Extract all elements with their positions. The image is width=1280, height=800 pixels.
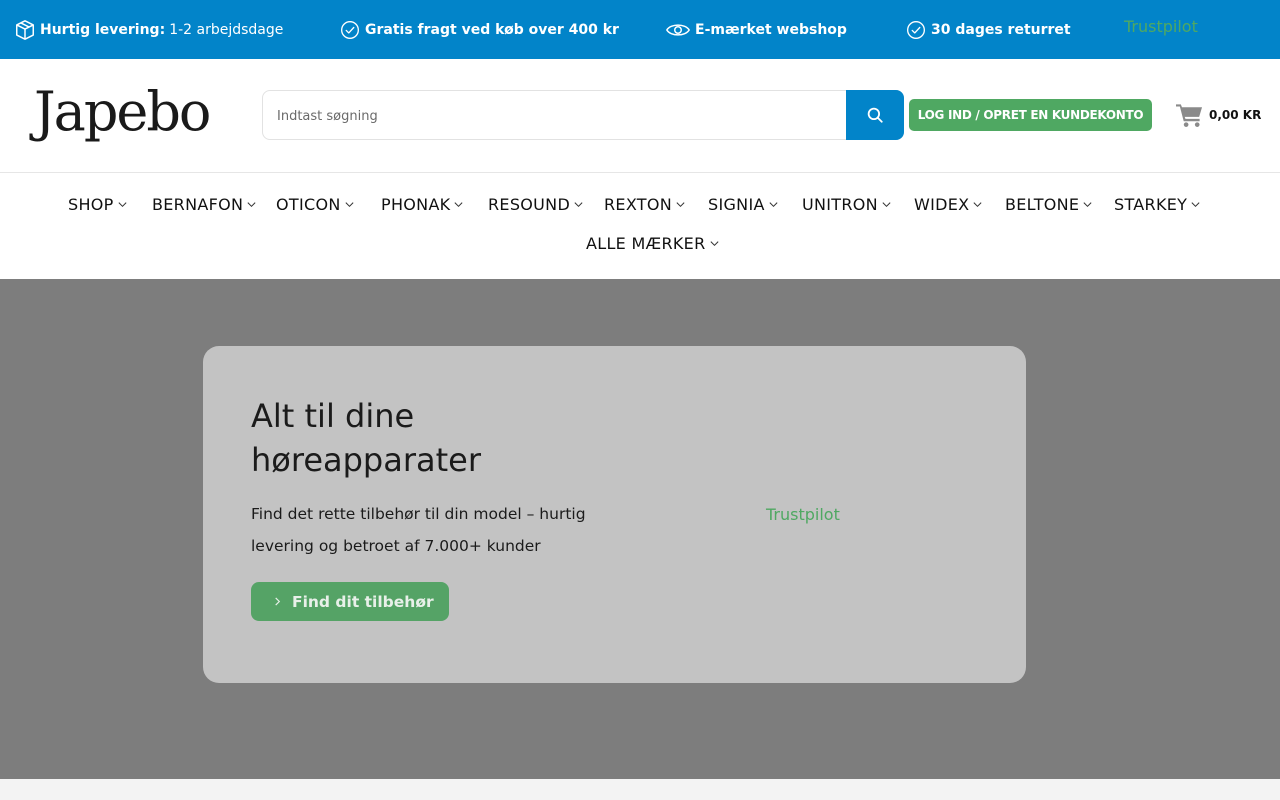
chevron-down-icon: [344, 199, 355, 210]
nav-item-label: OTICON: [276, 195, 341, 214]
nav-item-label: SHOP: [68, 195, 114, 214]
nav-item-starkey[interactable]: STARKEY: [1114, 195, 1201, 214]
cart-icon: [1176, 102, 1203, 128]
site-header: Japebo LOG IND / OPRET EN KUNDEKONTO 0,0…: [0, 59, 1280, 173]
nav-item-label: BERNAFON: [152, 195, 244, 214]
top-info-bar: Hurtig levering: 1-2 arbejdsdage Gratis …: [0, 0, 1280, 59]
usp-emaerket: E-mærket webshop: [665, 0, 847, 59]
find-accessories-button[interactable]: Find dit tilbehør: [251, 582, 449, 621]
usp-label: Hurtig levering:: [40, 21, 166, 38]
trustpilot-widget-link[interactable]: Trustpilot: [766, 505, 840, 524]
cart-button[interactable]: 0,00 KR: [1176, 101, 1261, 129]
nav-item-rexton[interactable]: REXTON: [604, 195, 686, 214]
nav-item-all-brands[interactable]: ALLE MÆRKER: [586, 234, 720, 253]
eye-icon: [665, 19, 691, 41]
usp-label: E-mærket webshop: [695, 21, 847, 38]
nav-item-signia[interactable]: SIGNIA: [708, 195, 779, 214]
chevron-down-icon: [573, 199, 584, 210]
nav-item-unitron[interactable]: UNITRON: [802, 195, 892, 214]
usp-label: 30 dages returret: [931, 21, 1071, 38]
nav-item-phonak[interactable]: PHONAK: [381, 195, 464, 214]
chevron-down-icon: [881, 199, 892, 210]
cart-total: 0,00 KR: [1209, 108, 1262, 122]
search-input[interactable]: [277, 104, 837, 128]
nav-item-label: ALLE MÆRKER: [586, 234, 706, 253]
check-circle-icon: [905, 19, 927, 41]
search-button[interactable]: [846, 90, 904, 140]
check-circle-icon: [339, 19, 361, 41]
hero-title: Alt til dine høreapparater: [251, 397, 481, 479]
hero-section: Alt til dine høreapparater Find det rett…: [0, 279, 1280, 779]
nav-item-beltone[interactable]: BELTONE: [1005, 195, 1093, 214]
usp-label: Gratis fragt ved køb over 400 kr: [365, 21, 619, 38]
nav-item-label: WIDEX: [914, 195, 970, 214]
hero-card: Alt til dine høreapparater Find det rett…: [203, 346, 1026, 683]
search-icon: [866, 106, 884, 124]
cta-label: Find dit tilbehør: [292, 592, 434, 611]
nav-item-label: STARKEY: [1114, 195, 1188, 214]
site-logo[interactable]: Japebo: [34, 79, 211, 145]
hero-description: Find det rette tilbehør til din model – …: [251, 505, 586, 555]
usp-fast-delivery: Hurtig levering: 1-2 arbejdsdage: [14, 0, 283, 59]
chevron-down-icon: [117, 199, 128, 210]
usp-text: 1-2 arbejdsdage: [169, 21, 284, 38]
chevron-down-icon: [453, 199, 464, 210]
chevron-down-icon: [709, 238, 720, 249]
main-nav: SHOP BERNAFON OTICON PHONAK RESOUND REXT…: [0, 173, 1280, 279]
chevron-down-icon: [246, 199, 257, 210]
nav-item-label: BELTONE: [1005, 195, 1080, 214]
login-button[interactable]: LOG IND / OPRET EN KUNDEKONTO: [909, 99, 1152, 131]
chevron-down-icon: [675, 199, 686, 210]
chevron-down-icon: [972, 199, 983, 210]
nav-item-label: RESOUND: [488, 195, 571, 214]
search-bar: [262, 90, 904, 140]
chevron-right-icon: [273, 596, 282, 607]
usp-return: 30 dages returret: [905, 0, 1071, 59]
nav-item-label: UNITRON: [802, 195, 878, 214]
nav-item-label: SIGNIA: [708, 195, 765, 214]
nav-item-label: REXTON: [604, 195, 673, 214]
trustpilot-link[interactable]: Trustpilot: [1124, 17, 1198, 36]
usp-free-shipping: Gratis fragt ved køb over 400 kr: [339, 0, 619, 59]
chevron-down-icon: [1082, 199, 1093, 210]
chevron-down-icon: [768, 199, 779, 210]
nav-item-widex[interactable]: WIDEX: [914, 195, 983, 214]
nav-item-label: PHONAK: [381, 195, 451, 214]
nav-item-bernafon[interactable]: BERNAFON: [152, 195, 257, 214]
nav-item-resound[interactable]: RESOUND: [488, 195, 584, 214]
nav-item-shop[interactable]: SHOP: [68, 195, 128, 214]
package-icon: [14, 19, 36, 41]
nav-item-oticon[interactable]: OTICON: [276, 195, 355, 214]
chevron-down-icon: [1190, 199, 1201, 210]
page-background-strip: [0, 779, 1280, 800]
